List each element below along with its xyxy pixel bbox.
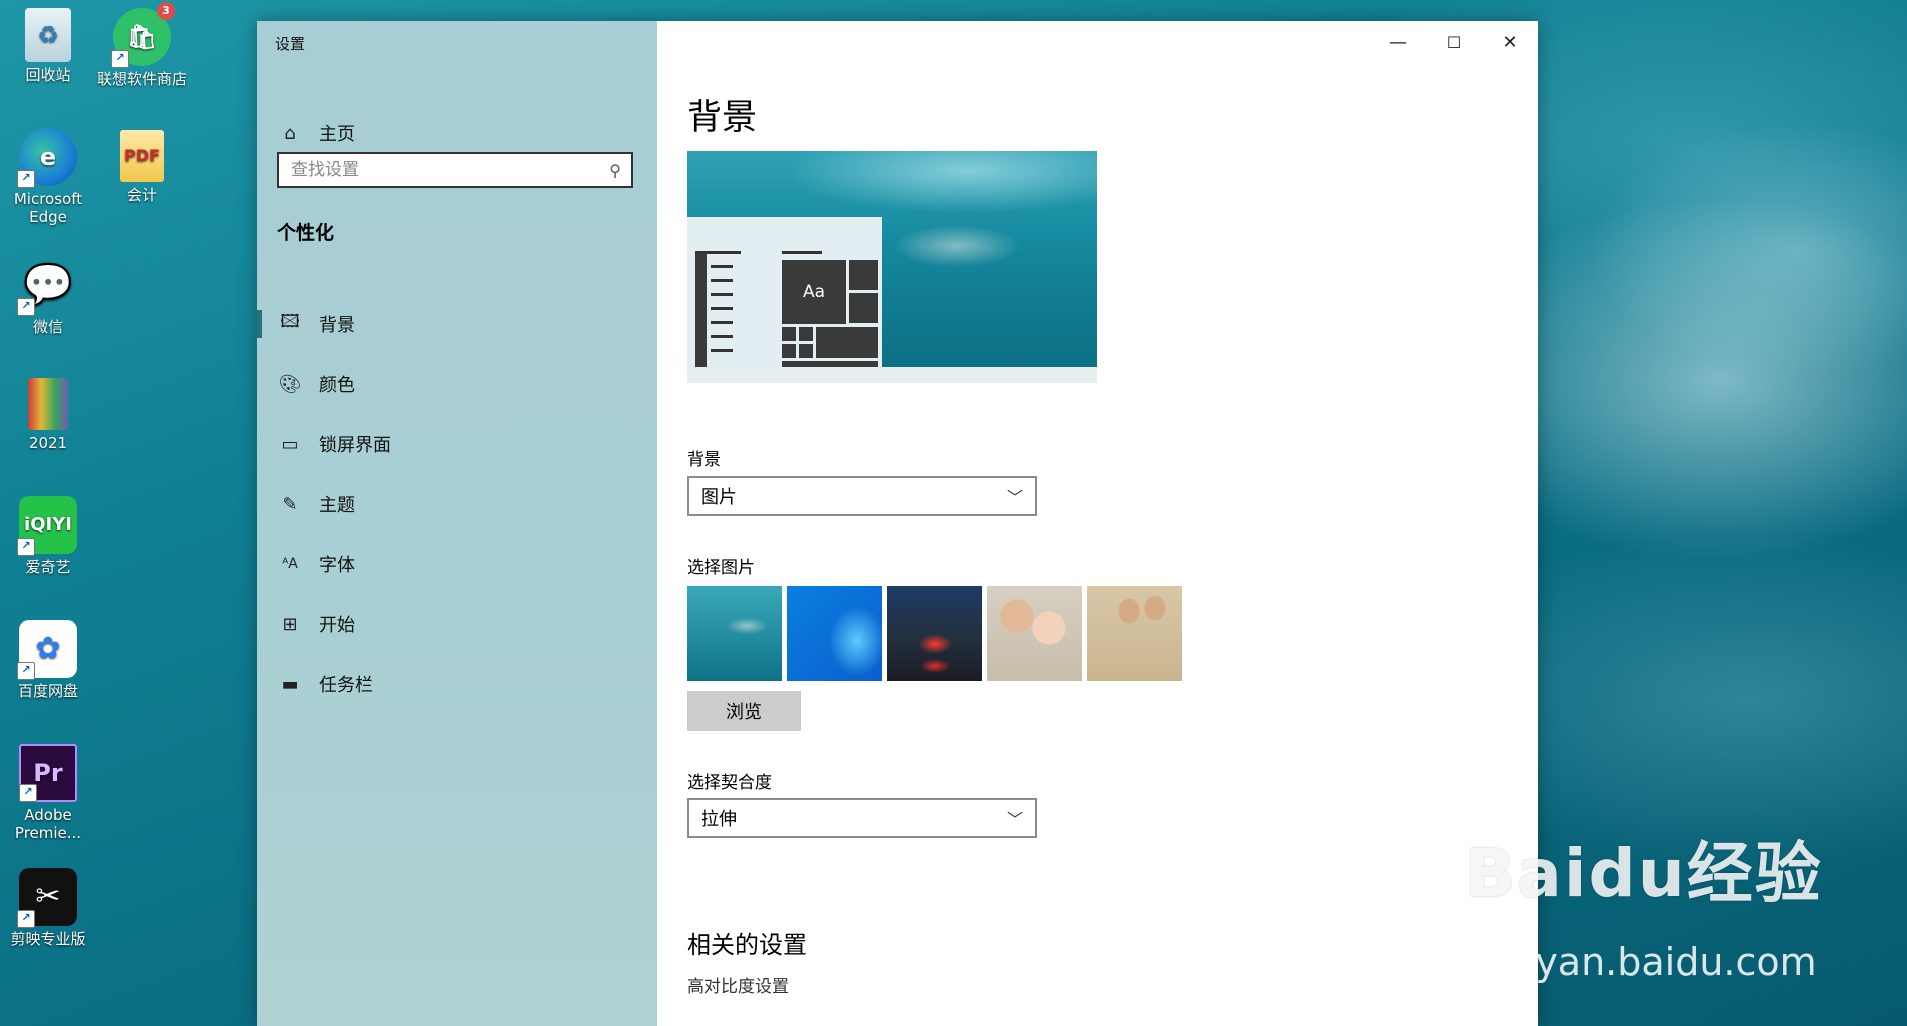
search-icon[interactable]: ⚲ bbox=[609, 161, 621, 180]
close-button[interactable]: ✕ bbox=[1482, 21, 1538, 63]
sidebar-item-home[interactable]: ⌂ 主页 bbox=[257, 110, 657, 156]
start-icon: ⊞ bbox=[282, 613, 298, 635]
background-type-dropdown[interactable]: 图片 ﹀ bbox=[687, 476, 1037, 516]
thumbnail-windows-blue[interactable] bbox=[787, 586, 882, 681]
sidebar-item-label: 颜色 bbox=[319, 375, 355, 396]
theme-brush-icon: ✎ bbox=[282, 493, 298, 515]
sidebar-item-taskbar[interactable]: ▬ 任务栏 bbox=[257, 661, 657, 707]
sidebar-item-background[interactable]: 🖾 背景 bbox=[257, 301, 657, 347]
shortcut-arrow-icon: ↗ bbox=[111, 50, 129, 68]
sidebar-item-label: 主页 bbox=[319, 124, 355, 145]
desktop-icon-jianying[interactable]: ✂ ↗ 剪映专业版 bbox=[2, 868, 94, 948]
picture-thumbnails bbox=[687, 586, 1182, 681]
sidebar-item-lock-screen[interactable]: ▭ 锁屏界面 bbox=[257, 421, 657, 467]
desktop-icon-label: 爱奇艺 bbox=[25, 558, 71, 576]
lock-screen-icon: ▭ bbox=[281, 433, 299, 455]
baidu-netdisk-icon: ✿ ↗ bbox=[17, 620, 77, 680]
main-content: — ☐ ✕ 背景 Aa 背景 图片 ﹀ 选择图片 浏览 选择契合度 拉伸 ﹀ 相… bbox=[657, 21, 1538, 1026]
dropdown-value: 拉伸 bbox=[701, 809, 737, 830]
taskbar-icon: ▬ bbox=[281, 673, 299, 695]
related-settings-title: 相关的设置 bbox=[687, 931, 807, 959]
chevron-down-icon: ﹀ bbox=[1006, 488, 1023, 507]
jianying-icon: ✂ ↗ bbox=[17, 868, 77, 928]
thumbnail-night-rock[interactable] bbox=[887, 586, 982, 681]
sidebar-item-start[interactable]: ⊞ 开始 bbox=[257, 601, 657, 647]
wechat-icon: 💬 ↗ bbox=[17, 256, 77, 316]
baidu-jingyan-watermark: Baidu经验 bbox=[1465, 835, 1823, 912]
thumbnail-underwater[interactable] bbox=[687, 586, 782, 681]
settings-window: 设置 ⌂ 主页 ⚲ 个性化 🖾 背景 🎨︎ 颜色 ▭ 锁屏界面 ✎ 主题 ᴬA bbox=[257, 21, 1538, 1026]
home-icon: ⌂ bbox=[284, 122, 296, 144]
desktop-icon-label: 微信 bbox=[32, 318, 63, 336]
shortcut-arrow-icon: ↗ bbox=[17, 298, 35, 316]
notification-badge: 3 bbox=[157, 2, 175, 20]
desktop-icon-recycle-bin[interactable]: ♻ 回收站 bbox=[2, 8, 94, 84]
sidebar-item-colors[interactable]: 🎨︎ 颜色 bbox=[257, 361, 657, 407]
thumbnail-family-photo-1[interactable] bbox=[987, 586, 1082, 681]
desktop-icon-edge[interactable]: e ↗ Microsoft Edge bbox=[2, 128, 94, 226]
winrar-archive-icon bbox=[28, 378, 68, 430]
desktop-icon-2021-folder[interactable]: 2021 bbox=[2, 378, 94, 452]
thumbnail-family-photo-2[interactable] bbox=[1087, 586, 1182, 681]
preview-start-mockup: Aa bbox=[687, 217, 882, 367]
search-box: ⚲ bbox=[277, 152, 633, 188]
desktop-icon-premiere[interactable]: Pr ↗ Adobe Premie... bbox=[2, 744, 94, 842]
fit-dropdown[interactable]: 拉伸 ﹀ bbox=[687, 798, 1037, 838]
chevron-down-icon: ﹀ bbox=[1006, 810, 1023, 829]
edge-icon: e ↗ bbox=[17, 128, 77, 188]
palette-icon: 🎨︎ bbox=[278, 373, 302, 395]
minimize-button[interactable]: — bbox=[1370, 21, 1426, 63]
dropdown-value: 图片 bbox=[701, 487, 737, 508]
font-icon: ᴬA bbox=[282, 556, 298, 572]
desktop-icon-label: 回收站 bbox=[25, 66, 71, 84]
desktop-icon-label: 联想软件商店 bbox=[96, 70, 187, 88]
shortcut-arrow-icon: ↗ bbox=[17, 538, 35, 556]
sidebar-item-label: 锁屏界面 bbox=[319, 435, 391, 456]
desktop-icon-label: 会计 bbox=[126, 186, 157, 204]
section-heading: 个性化 bbox=[277, 222, 335, 244]
recycle-bin-icon: ♻ bbox=[25, 8, 71, 62]
high-contrast-settings-link[interactable]: 高对比度设置 bbox=[687, 972, 789, 997]
desktop-icon-accounting[interactable]: PDF 会计 bbox=[96, 130, 188, 204]
desktop-icon-label: 剪映专业版 bbox=[10, 930, 86, 948]
sidebar-item-label: 任务栏 bbox=[319, 675, 373, 696]
sidebar-item-themes[interactable]: ✎ 主题 bbox=[257, 481, 657, 527]
desktop-icon-label: Adobe Premie... bbox=[14, 806, 82, 842]
sidebar-item-label: 字体 bbox=[319, 555, 355, 576]
desktop-icon-label: Microsoft Edge bbox=[13, 190, 83, 226]
sidebar-item-label: 主题 bbox=[319, 495, 355, 516]
desktop-icon-baidu-netdisk[interactable]: ✿ ↗ 百度网盘 bbox=[2, 620, 94, 700]
desktop-icon-label: 2021 bbox=[28, 434, 68, 452]
lenovo-store-icon: 🛍 3 ↗ bbox=[111, 2, 175, 68]
maximize-button[interactable]: ☐ bbox=[1426, 21, 1482, 63]
shortcut-arrow-icon: ↗ bbox=[17, 170, 35, 188]
choose-picture-label: 选择图片 bbox=[687, 558, 755, 578]
fit-label: 选择契合度 bbox=[687, 773, 772, 793]
background-preview: Aa bbox=[687, 151, 1097, 383]
desktop-icon-iqiyi[interactable]: iQIYI ↗ 爱奇艺 bbox=[2, 496, 94, 576]
browse-button[interactable]: 浏览 bbox=[687, 691, 801, 731]
desktop-icon-label: 百度网盘 bbox=[17, 682, 78, 700]
sidebar-item-label: 开始 bbox=[319, 615, 355, 636]
window-title: 设置 bbox=[275, 35, 306, 53]
sidebar-item-label: 背景 bbox=[319, 315, 355, 336]
sidebar: 设置 ⌂ 主页 ⚲ 个性化 🖾 背景 🎨︎ 颜色 ▭ 锁屏界面 ✎ 主题 ᴬA bbox=[257, 21, 657, 1026]
sidebar-item-fonts[interactable]: ᴬA 字体 bbox=[257, 541, 657, 587]
preview-tile-text: Aa bbox=[782, 260, 846, 324]
iqiyi-icon: iQIYI ↗ bbox=[17, 496, 77, 556]
desktop-icon-wechat[interactable]: 💬 ↗ 微信 bbox=[2, 256, 94, 336]
shortcut-arrow-icon: ↗ bbox=[19, 784, 37, 802]
shortcut-arrow-icon: ↗ bbox=[17, 910, 35, 928]
page-title: 背景 bbox=[687, 98, 758, 138]
desktop-icon-lenovo-store[interactable]: 🛍 3 ↗ 联想软件商店 bbox=[96, 2, 188, 88]
search-input[interactable] bbox=[289, 159, 610, 181]
watermark-url: jingyan.baidu.com bbox=[1466, 940, 1817, 984]
folder-icon: PDF bbox=[120, 130, 164, 182]
shortcut-arrow-icon: ↗ bbox=[17, 662, 35, 680]
premiere-pro-icon: Pr ↗ bbox=[19, 744, 77, 802]
image-icon: 🖾 bbox=[280, 311, 300, 332]
background-label: 背景 bbox=[687, 450, 721, 470]
